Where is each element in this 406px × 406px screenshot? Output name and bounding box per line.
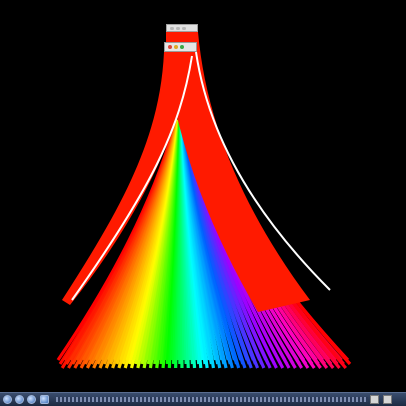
top-window-titlebar[interactable] — [166, 24, 198, 32]
media-icon[interactable] — [27, 395, 36, 404]
minimize-icon[interactable] — [174, 45, 178, 49]
maximize-icon[interactable] — [182, 26, 186, 30]
explorer-icon[interactable] — [40, 395, 49, 404]
windows-icon[interactable] — [3, 395, 12, 404]
maximize-icon[interactable] — [180, 45, 184, 49]
minimize-icon[interactable] — [176, 26, 180, 30]
taskbar — [0, 392, 406, 406]
front-window-titlebar[interactable] — [164, 42, 197, 52]
desktop — [0, 0, 406, 406]
rainbow-window-cascade — [56, 32, 352, 370]
tray-app-icon[interactable] — [370, 395, 379, 404]
taskbar-window-buttons[interactable] — [56, 397, 368, 402]
browser-icon[interactable] — [15, 395, 24, 404]
tray-window-icon[interactable] — [383, 395, 392, 404]
close-icon[interactable] — [170, 26, 174, 30]
close-icon[interactable] — [168, 45, 172, 49]
